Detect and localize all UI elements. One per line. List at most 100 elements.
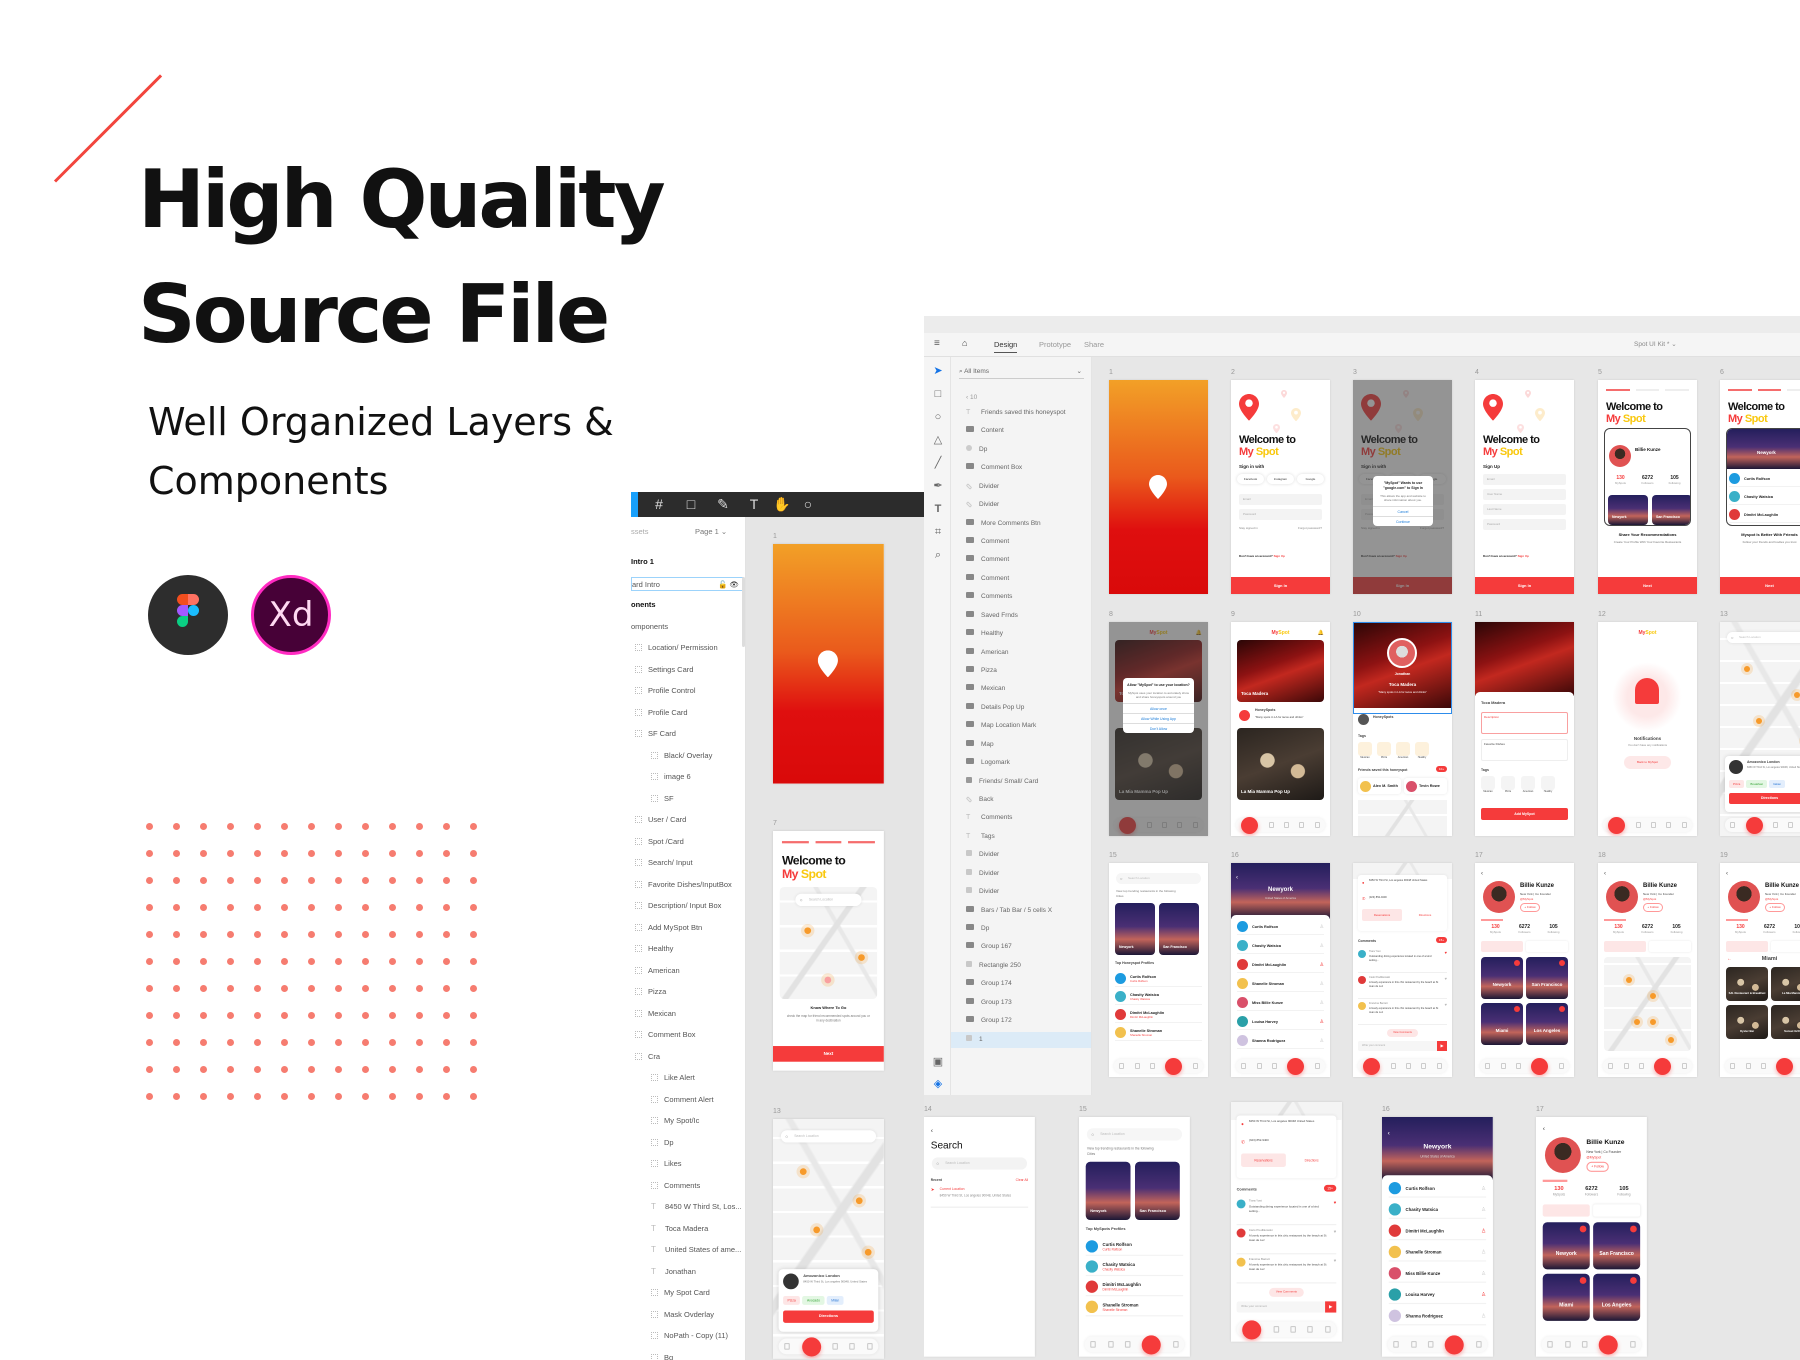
layer-item[interactable]: Healthy	[966, 626, 1091, 642]
tab-bar-item[interactable]	[1393, 1341, 1400, 1348]
layer-item[interactable]: 1	[951, 1031, 1091, 1048]
sign-in-button[interactable]: Sign In	[1475, 577, 1574, 594]
tab-bar-item[interactable]	[1410, 1341, 1417, 1348]
text-area[interactable]: Description	[1481, 712, 1568, 734]
layer-item[interactable]: T 8450 W Third St, Los...	[651, 1200, 742, 1214]
artboard-cities[interactable]: Search Location View top trending restau…	[1079, 1117, 1190, 1357]
friend-chip[interactable]: Tevin Rowe	[1404, 778, 1447, 794]
layer-item[interactable]: Back	[965, 792, 1091, 808]
spot-card[interactable]: La Mia Mamma Pop Up	[1237, 728, 1324, 800]
stat[interactable]: 130 MySpots	[1604, 924, 1633, 934]
layer-item[interactable]: Dp	[651, 1136, 674, 1150]
tab-bar-item[interactable]	[849, 1343, 856, 1350]
input-field[interactable]: Email	[1483, 474, 1566, 485]
tab-bar-item[interactable]	[1405, 1063, 1411, 1069]
tab-bar-item[interactable]	[1107, 1341, 1114, 1348]
place-card[interactable]: Amozonico London 8450 W Third St, Los an…	[778, 1269, 879, 1332]
tab-bar-item[interactable]	[1638, 1063, 1644, 1069]
follow-user-icon[interactable]: ♙	[1320, 1000, 1324, 1006]
tab-bar-item[interactable]	[866, 1343, 873, 1350]
text-icon[interactable]: T	[746, 496, 762, 512]
profile-row[interactable]: Curtis Rolfson Curtis Rolfson	[1085, 1238, 1184, 1256]
follow-user-icon[interactable]: ♙	[1320, 981, 1324, 987]
lock-eye-icons[interactable]: 🔓 👁	[718, 578, 739, 592]
layer-item[interactable]: Settings Card	[635, 663, 693, 677]
tab-bar-item[interactable]	[1283, 822, 1289, 828]
layer-item[interactable]: SF	[651, 792, 674, 806]
artboard-comments[interactable]: ● 8450 W Third St, Los angeles 90048 Unit…	[1353, 863, 1452, 1077]
artboard-onboard_profile[interactable]: Welcome to My Spot Billie Kunze 130 MySpot…	[1598, 380, 1697, 594]
follow-button[interactable]: + Follow	[1643, 903, 1663, 912]
tab-bar-item[interactable]	[1681, 1063, 1687, 1069]
person-row[interactable]: Shanna Rodriguez ♙	[1237, 1033, 1324, 1049]
view-comments-button[interactable]: View Comments	[1387, 1029, 1418, 1037]
layer-item[interactable]: Intro 1	[631, 555, 654, 569]
layer-item[interactable]: Divider	[966, 884, 1091, 900]
input-field[interactable]: Password	[1239, 509, 1322, 520]
follow-user-icon[interactable]: ♙	[1481, 1291, 1486, 1298]
layer-item[interactable]: My Spot/Ic	[651, 1114, 699, 1128]
city-card[interactable]: Newyork	[1542, 1222, 1590, 1270]
tab-bar-item[interactable]	[832, 1343, 838, 1350]
artboard-onboard_map[interactable]: Welcome toMy Spot Search Location Know W…	[773, 831, 884, 1071]
layer-item[interactable]: Comments	[966, 589, 1091, 605]
tag-chip[interactable]: Pizza	[1501, 776, 1515, 793]
tag-chip[interactable]: Healthy	[1415, 742, 1429, 759]
view-comments-button[interactable]: View Comments	[1269, 1287, 1304, 1297]
artboard-city[interactable]: ‹ Newyork United States of America Curti…	[1231, 863, 1330, 1077]
profile-row[interactable]: Dimitri McLaughlin Dimitri McLaughlin	[1115, 1007, 1202, 1023]
rectangle-icon[interactable]: □	[931, 387, 945, 401]
person-row[interactable]: Curtis Rolfson ♙	[1388, 1180, 1487, 1198]
like-icon[interactable]: ♥	[1334, 1258, 1337, 1264]
artboard-comments[interactable]: ● 8450 W Third St, Los angeles 90048 Unit…	[1231, 1102, 1342, 1342]
zoom-icon[interactable]: ⌕	[931, 548, 945, 562]
artboard-onboard_city[interactable]: Welcome to My Spot Newyork Curtis Rolfson…	[1720, 380, 1800, 594]
dialog-button[interactable]: Continue	[1373, 516, 1433, 526]
layer-item[interactable]: T Friends saved this honeyspot	[966, 405, 1091, 421]
search-input[interactable]: Search Location	[1116, 873, 1201, 884]
dialog-button[interactable]: Allow once	[1123, 703, 1194, 713]
layer-item[interactable]: Bg	[651, 1351, 673, 1360]
map-view-button[interactable]	[1526, 941, 1568, 952]
line-icon[interactable]: ╱	[931, 456, 945, 470]
stat[interactable]: 105Following	[1784, 924, 1800, 934]
artboard-feed[interactable]: MySpot🔔Toca MaderaLa Mia Mamma Pop UpAll…	[1109, 622, 1208, 836]
layer-item[interactable]: Dp	[966, 442, 1091, 458]
place-card[interactable]: Amozonico London 8450 W Third St, Los an…	[1725, 756, 1800, 812]
tab-bar-item[interactable]	[1314, 822, 1320, 828]
layer-item[interactable]: onents	[631, 598, 656, 612]
tab-bar-item[interactable]	[1650, 822, 1656, 828]
layer-item[interactable]: Mexican	[635, 1007, 676, 1021]
map-view-button[interactable]	[1593, 1204, 1641, 1217]
tab-share[interactable]: Share	[1084, 340, 1104, 349]
sign-in-button[interactable]: Sign In	[1231, 577, 1330, 594]
tab-bar-item[interactable]	[1363, 1057, 1381, 1075]
layer-item[interactable]: Profile Control	[635, 684, 696, 698]
artboard-feed[interactable]: MySpot 🔔 Toca Madera HoneySpots "Many spots …	[1231, 622, 1330, 836]
send-icon[interactable]: ▶	[1325, 1301, 1337, 1313]
map-view-button[interactable]	[1649, 941, 1691, 952]
grid-view-button[interactable]	[1726, 941, 1768, 952]
directions-button[interactable]: Directions	[1729, 793, 1800, 804]
stat[interactable]: 105Following	[1539, 924, 1568, 934]
back-icon[interactable]: ‹	[1236, 875, 1238, 881]
stat[interactable]: 6272 Followers	[1633, 924, 1662, 934]
friend-chip[interactable]: Alex M. Smith	[1358, 778, 1401, 794]
assets-icon[interactable]: ▣	[931, 1055, 945, 1069]
tab-bar-item[interactable]	[1124, 1341, 1131, 1348]
person-row[interactable]: Dimitri McLaughlin ♙	[1237, 957, 1324, 973]
layer-item[interactable]: Group 167	[966, 939, 1091, 955]
tab-bar-item[interactable]	[1119, 1063, 1125, 1069]
input-field[interactable]: Email	[1239, 494, 1322, 505]
city-card[interactable]: Newyork	[1481, 957, 1523, 999]
stat[interactable]: 6272 Followers	[1510, 924, 1539, 934]
layer-item[interactable]: Profile Card	[635, 706, 688, 720]
layer-item[interactable]: Likes	[651, 1157, 682, 1171]
city-card[interactable]: San Francisco	[1159, 903, 1199, 955]
tab-bar-item[interactable]	[1666, 822, 1672, 828]
layer-item[interactable]: Healthy	[635, 942, 673, 956]
tab-bar-item[interactable]	[1623, 1063, 1629, 1069]
layer-item[interactable]: Divider	[966, 866, 1091, 882]
person-row[interactable]: Dimitri McLaughlin ♙	[1388, 1222, 1487, 1241]
artboard-city[interactable]: ‹ Newyork United States of America Curti…	[1382, 1117, 1493, 1357]
